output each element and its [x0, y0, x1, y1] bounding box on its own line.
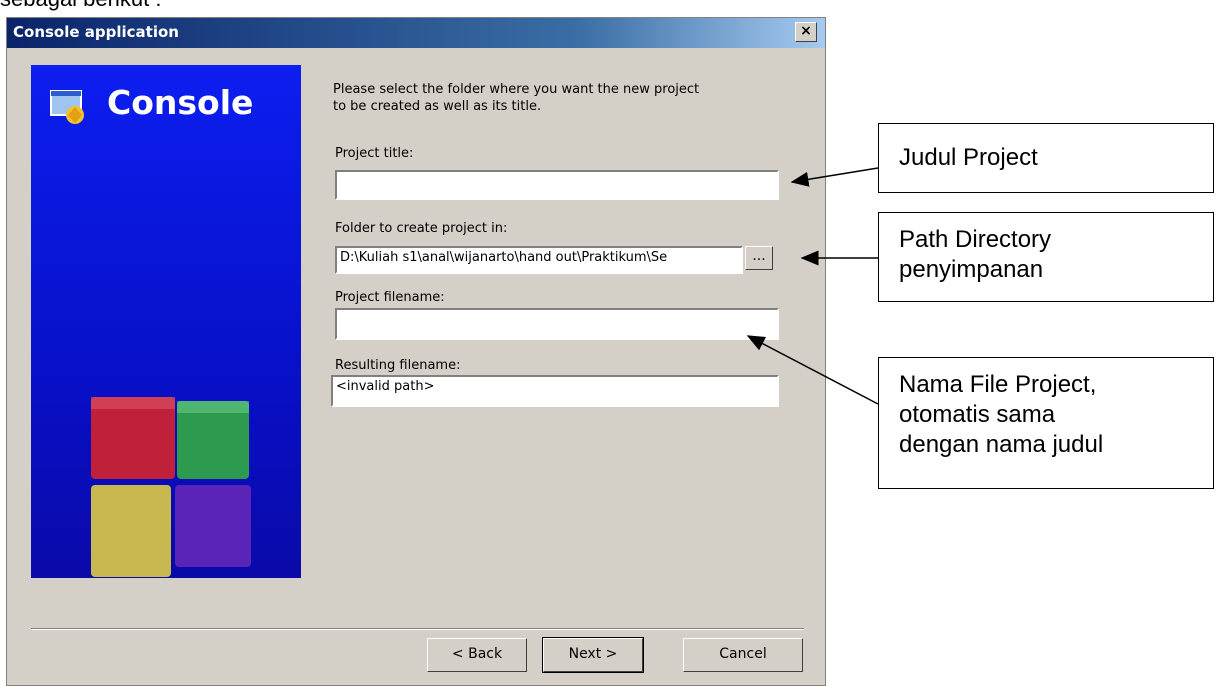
annotation-arrows: [746, 167, 879, 405]
arrow-nama: [746, 335, 879, 405]
arrow-judul: [790, 167, 879, 187]
